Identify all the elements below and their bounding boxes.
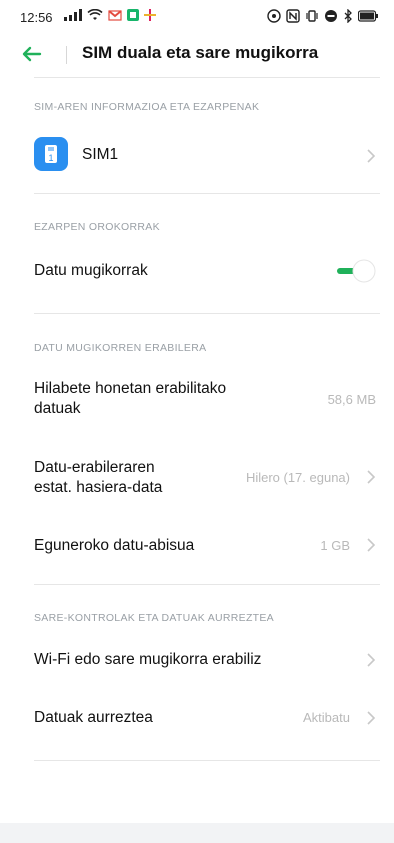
mobile-data-toggle[interactable] xyxy=(334,259,378,283)
sim1-label: SIM1 xyxy=(82,146,119,163)
vibrate-icon xyxy=(306,10,318,22)
back-arrow-icon[interactable] xyxy=(20,42,44,66)
sim1-row[interactable]: 1 SIM1 xyxy=(0,130,394,182)
header-divider xyxy=(66,46,67,64)
nfc-icon xyxy=(267,9,281,23)
monthly-usage-value: 58,6 MB xyxy=(327,392,376,407)
battery-icon xyxy=(358,10,378,22)
header-divider-line xyxy=(34,77,380,78)
section-divider xyxy=(34,584,380,585)
monthly-usage-label: Hilabete honetan erabilitako datuak xyxy=(34,379,226,419)
monthly-usage-label-line1: Hilabete honetan erabilitako xyxy=(34,380,227,397)
wifi-or-mobile-label: Wi-Fi edo sare mugikorra erabiliz xyxy=(34,651,262,668)
data-saver-label: Datuak aurreztea xyxy=(34,709,153,726)
section-label-network: SARE-KONTROLAK ETA DATUAK AURREZTEA xyxy=(34,612,274,624)
section-divider xyxy=(34,193,380,194)
n-icon xyxy=(286,9,300,23)
chevron-right-icon xyxy=(367,470,376,484)
chevron-right-icon xyxy=(367,149,376,163)
header: SIM duala eta sare mugikorra xyxy=(0,34,394,74)
mobile-data-row[interactable]: Datu mugikorrak xyxy=(0,250,394,292)
daily-alert-value: 1 GB xyxy=(320,538,350,553)
reset-date-label: Datu-erabileraren estat. hasiera-data xyxy=(34,458,162,498)
svg-text:1: 1 xyxy=(48,153,53,163)
bluetooth-icon xyxy=(344,9,352,23)
reset-date-row[interactable]: Datu-erabileraren estat. hasiera-data Hi… xyxy=(0,450,394,506)
do-not-disturb-icon xyxy=(325,10,337,22)
status-time: 12:56 xyxy=(20,10,53,25)
reset-date-label-line1: Datu-erabileraren xyxy=(34,459,155,476)
reset-date-value: Hilero (17. eguna) xyxy=(245,470,350,485)
daily-alert-label: Eguneroko datu-abisua xyxy=(34,537,195,554)
wifi-or-mobile-row[interactable]: Wi-Fi edo sare mugikorra erabiliz xyxy=(0,640,394,680)
section-divider xyxy=(34,760,380,761)
section-divider xyxy=(34,313,380,314)
chevron-right-icon xyxy=(367,711,376,725)
section-label-general: EZARPEN OROKORRAK xyxy=(34,221,160,233)
app-icon xyxy=(127,9,139,21)
daily-alert-row[interactable]: Eguneroko datu-abisua 1 GB xyxy=(0,526,394,566)
sim-card-icon: 1 xyxy=(34,137,68,171)
page-title: SIM duala eta sare mugikorra xyxy=(82,43,319,62)
reset-date-label-line2: estat. hasiera-data xyxy=(34,479,163,496)
monthly-usage-label-line2: datuak xyxy=(34,400,81,417)
bottom-gesture-bar xyxy=(0,823,394,843)
gmail-icon xyxy=(108,10,122,21)
monthly-usage-row[interactable]: Hilabete honetan erabilitako datuak 58,6… xyxy=(0,370,394,430)
slack-icon xyxy=(144,9,156,21)
chevron-right-icon xyxy=(367,653,376,667)
section-label-usage: DATU MUGIKORREN ERABILERA xyxy=(34,342,207,354)
status-left-icons xyxy=(64,9,156,21)
section-label-sim-info: SIM-AREN INFORMAZIOA ETA EZARPENAK xyxy=(34,101,260,113)
status-right-icons xyxy=(267,9,378,23)
mobile-data-label: Datu mugikorrak xyxy=(34,262,148,279)
chevron-right-icon xyxy=(367,538,376,552)
wifi-icon xyxy=(87,9,103,20)
data-saver-value: Aktibatu xyxy=(303,710,350,725)
data-saver-row[interactable]: Datuak aurreztea Aktibatu xyxy=(0,698,394,738)
signal-icon xyxy=(64,9,82,21)
status-bar: 12:56 xyxy=(0,0,394,34)
